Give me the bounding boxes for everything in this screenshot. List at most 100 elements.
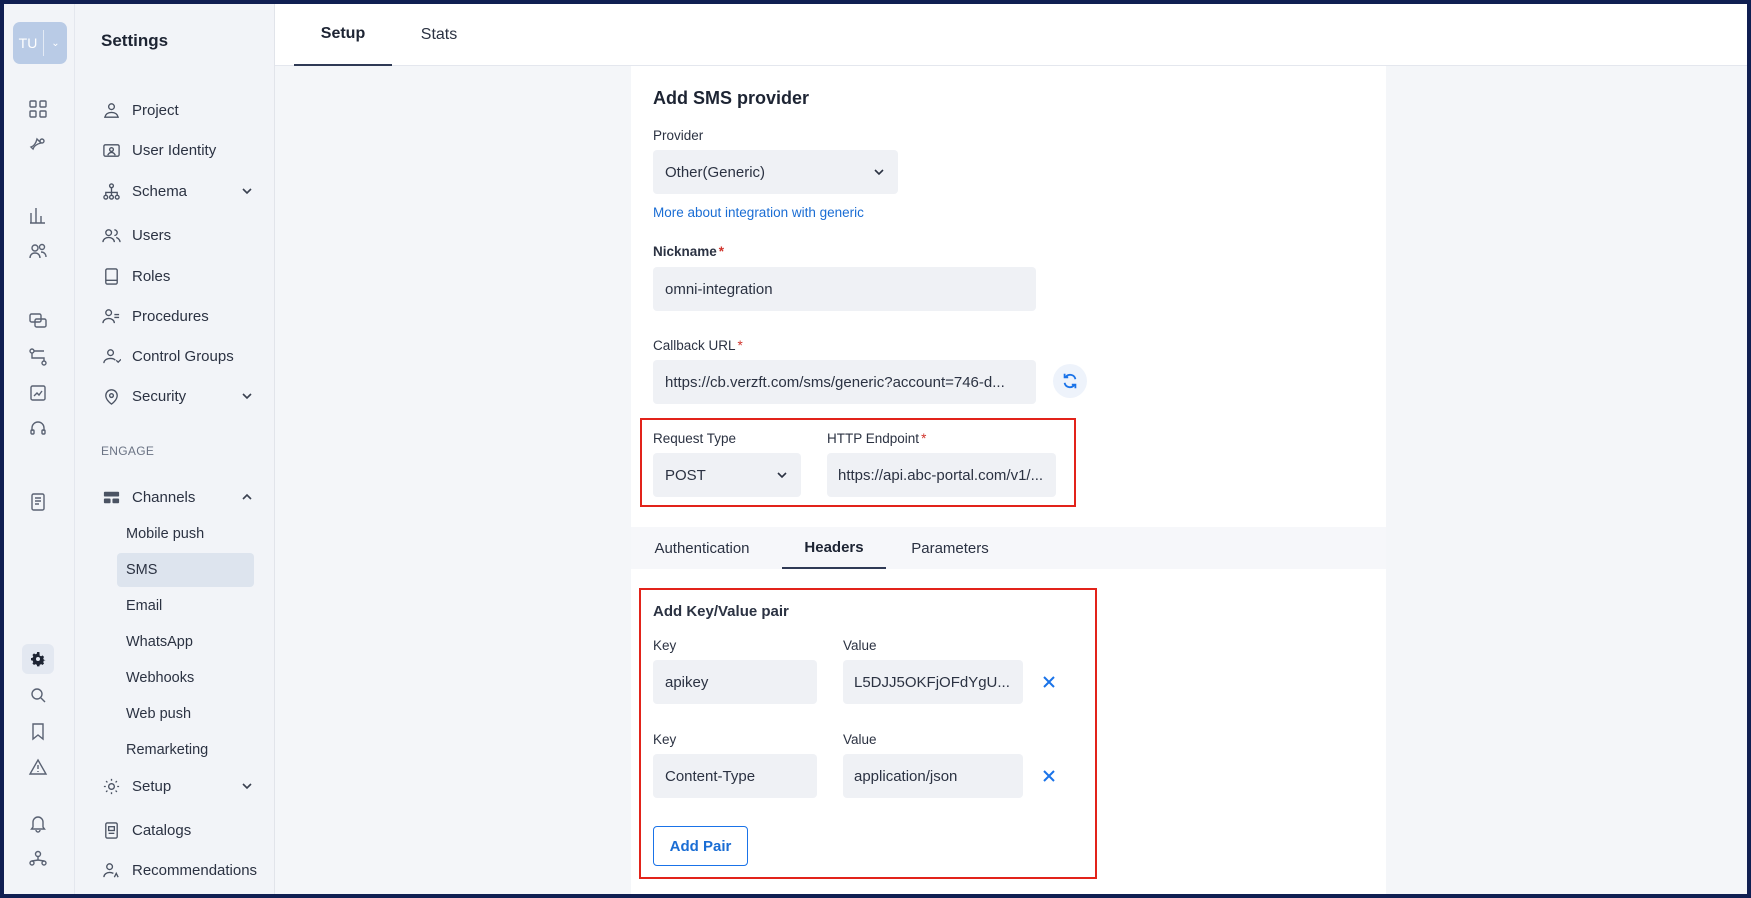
sms-provider-form: Add SMS provider Provider Other(Generic)…	[631, 66, 1386, 894]
header-key-input[interactable]: Content-Type	[653, 754, 817, 798]
request-type-select[interactable]: POST	[653, 453, 801, 497]
avatar-initials: TU	[18, 35, 38, 51]
user-identity-icon	[101, 140, 121, 160]
analytics-icon[interactable]	[22, 200, 54, 230]
tab-parameters[interactable]: Parameters	[904, 527, 996, 569]
header-value-value: application/json	[854, 767, 958, 785]
chevron-down-icon	[242, 783, 252, 790]
sidebar-item-schema[interactable]: Schema	[90, 175, 258, 207]
procedures-icon	[101, 306, 121, 326]
flows-icon[interactable]	[22, 342, 54, 372]
bookmark-icon[interactable]	[22, 716, 54, 746]
refresh-icon[interactable]	[1053, 364, 1087, 398]
close-icon[interactable]	[1037, 764, 1061, 788]
header-value-input[interactable]: application/json	[843, 754, 1023, 798]
required-marker: *	[737, 338, 743, 353]
http-endpoint-label-text: HTTP Endpoint	[827, 431, 920, 446]
search-settings-icon[interactable]	[22, 680, 54, 710]
sidebar-subitem-webhooks[interactable]: Webhooks	[117, 661, 254, 695]
sidebar-item-users[interactable]: Users	[90, 219, 258, 251]
nickname-label-text: Nickname	[653, 244, 717, 259]
required-marker: *	[718, 244, 725, 259]
tab-stats[interactable]: Stats	[402, 4, 476, 66]
sidebar-item-roles[interactable]: Roles	[90, 260, 258, 292]
sidebar-item-label: Procedures	[132, 307, 209, 325]
close-icon[interactable]	[1037, 670, 1061, 694]
team-icon[interactable]	[22, 844, 54, 874]
sidebar-subitem-whatsapp[interactable]: WhatsApp	[117, 625, 254, 659]
sidebar-item-recommendations[interactable]: Recommendations	[90, 854, 258, 886]
provider-select[interactable]: Other(Generic)	[653, 150, 898, 194]
app-window: TU ⌄ Settings Project User Identity Sche…	[4, 4, 1747, 894]
chevron-down-icon	[874, 169, 884, 176]
key-label: Key	[653, 638, 677, 653]
control-groups-icon	[101, 346, 121, 366]
sidebar-item-control-groups[interactable]: Control Groups	[90, 340, 258, 372]
schema-icon	[101, 181, 121, 201]
sidebar-item-catalogs[interactable]: Catalogs	[90, 814, 258, 846]
sidebar-subitem-web-push[interactable]: Web push	[117, 697, 254, 731]
icon-rail: TU ⌄	[4, 4, 75, 894]
sidebar-item-label: Schema	[132, 182, 188, 200]
support-icon[interactable]	[22, 414, 54, 444]
value-label: Value	[843, 638, 877, 653]
sidebar-item-security[interactable]: Security	[90, 380, 258, 412]
notifications-icon[interactable]	[22, 808, 54, 838]
sidebar-item-channels[interactable]: Channels	[90, 481, 258, 513]
users-icon	[101, 225, 121, 245]
project-icon	[101, 100, 121, 120]
templates-icon[interactable]	[22, 487, 54, 517]
settings-sidebar: Settings Project User Identity Schema Us…	[75, 4, 275, 894]
nickname-value: omni-integration	[665, 280, 773, 298]
add-pair-button[interactable]: Add Pair	[653, 826, 748, 866]
catalogs-icon	[101, 820, 121, 840]
segments-icon[interactable]	[22, 236, 54, 266]
nickname-label: Nickname *	[653, 244, 724, 259]
required-marker: *	[921, 431, 927, 446]
http-endpoint-input[interactable]: https://api.abc-portal.com/v1/...	[827, 453, 1056, 497]
alert-icon[interactable]	[22, 752, 54, 782]
sidebar-subitem-mobile-push[interactable]: Mobile push	[117, 517, 254, 551]
tab-headers[interactable]: Headers	[782, 527, 886, 569]
provider-value: Other(Generic)	[665, 163, 766, 181]
chevron-down-icon	[242, 393, 252, 400]
callback-url-label-text: Callback URL	[653, 338, 736, 353]
form-title: Add SMS provider	[653, 88, 810, 108]
provider-label: Provider	[653, 128, 704, 143]
sidebar-item-label: Project	[132, 101, 179, 119]
sidebar-item-setup[interactable]: Setup	[90, 770, 258, 802]
config-tabs: Authentication Headers Parameters	[631, 527, 1386, 569]
settings-icon[interactable]	[22, 644, 54, 674]
request-type-value: POST	[665, 466, 706, 484]
http-endpoint-value: https://api.abc-portal.com/v1/...	[838, 466, 1044, 484]
messages-icon[interactable]	[22, 306, 54, 336]
sidebar-item-project[interactable]: Project	[90, 94, 258, 126]
workspace-switcher[interactable]: TU ⌄	[13, 22, 67, 64]
nickname-input[interactable]: omni-integration	[653, 267, 1036, 311]
key-label: Key	[653, 732, 677, 747]
campaigns-icon[interactable]	[22, 130, 54, 160]
sidebar-item-procedures[interactable]: Procedures	[90, 300, 258, 332]
reports-icon[interactable]	[22, 378, 54, 408]
sidebar-subitem-email[interactable]: Email	[117, 589, 254, 623]
header-value-value: L5DJJ5OKFjOFdYgU...	[854, 673, 1010, 691]
dashboard-icon[interactable]	[22, 94, 54, 124]
sidebar-subitem-remarketing[interactable]: Remarketing	[117, 733, 254, 767]
channels-icon	[101, 487, 121, 507]
callback-url-input[interactable]: https://cb.verzft.com/sms/generic?accoun…	[653, 360, 1036, 404]
sidebar-item-label: Users	[132, 226, 172, 244]
header-key-input[interactable]: apikey	[653, 660, 817, 704]
integration-link[interactable]: More about integration with generic	[653, 205, 864, 220]
header-value-input[interactable]: L5DJJ5OKFjOFdYgU...	[843, 660, 1023, 704]
tab-authentication[interactable]: Authentication	[648, 527, 756, 569]
callback-url-label: Callback URL *	[653, 338, 743, 353]
http-endpoint-label: HTTP Endpoint *	[827, 431, 926, 446]
sidebar-item-label: User Identity	[132, 141, 217, 159]
request-type-label: Request Type	[653, 431, 737, 446]
sidebar-item-label: Control Groups	[132, 347, 234, 365]
tab-setup[interactable]: Setup	[294, 4, 392, 66]
sidebar-subitem-sms[interactable]: SMS	[117, 553, 254, 587]
section-label-engage: ENGAGE	[101, 444, 155, 458]
sidebar-item-user-identity[interactable]: User Identity	[90, 134, 258, 166]
roles-icon	[101, 266, 121, 286]
